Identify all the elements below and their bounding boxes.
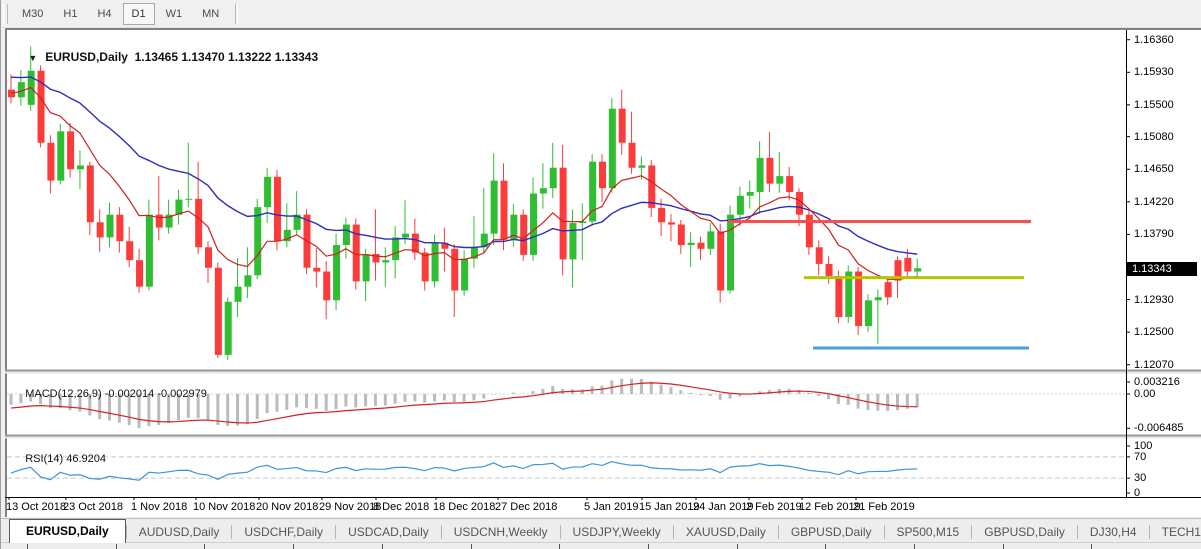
- date-axis-label: 13 Oct 2018: [6, 501, 66, 513]
- date-axis-label: 18 Dec 2018: [433, 501, 495, 513]
- chart-tab-bar: EURUSD,DailyAUDUSD,DailyUSDCHF,DailyUSDC…: [1, 518, 1201, 543]
- toolbar-grip[interactable]: [3, 4, 8, 24]
- price-axis-label: 1.13790: [1134, 228, 1174, 240]
- rsi-value: 46.9204: [66, 453, 106, 465]
- price-axis-label: 1.12070: [1134, 359, 1174, 371]
- tab-usdchf-daily[interactable]: USDCHF,Daily: [232, 521, 335, 543]
- date-axis-label: 2 Feb 2019: [746, 501, 802, 513]
- tab-usdcad-daily[interactable]: USDCAD,Daily: [336, 521, 441, 543]
- price-axis-label: 1.14650: [1134, 163, 1174, 175]
- price-axis-label: 1.14220: [1134, 196, 1174, 208]
- date-axis-label: 15 Jan 2019: [639, 501, 700, 513]
- tab-eurusd-daily[interactable]: EURUSD,Daily: [9, 519, 126, 543]
- timeframe-m30[interactable]: M30: [13, 3, 52, 25]
- date-axis-label: 23 Oct 2018: [63, 501, 123, 513]
- price-axis-label: 1.15930: [1134, 66, 1174, 78]
- macd-value: -0.002014: [105, 388, 155, 400]
- tab-usdjpy-weekly[interactable]: USDJPY,Weekly: [561, 521, 673, 543]
- date-axis-label: 12 Feb 2019: [799, 501, 861, 513]
- macd-label: MACD(12,26,9) -0.002014 -0.002979: [13, 376, 207, 412]
- toolbar-separator: [235, 4, 238, 24]
- scroll-tick: [204, 544, 205, 549]
- chart-title: ▼ EURUSD,Daily 1.13465 1.13470 1.13222 1.…: [15, 36, 318, 78]
- rsi-axis-label: 70: [1134, 451, 1146, 463]
- date-axis-label: 1 Nov 2018: [131, 501, 187, 513]
- timeframe-mn[interactable]: MN: [193, 3, 228, 25]
- date-axis-label: 8 Dec 2018: [373, 501, 429, 513]
- scroll-tick: [1003, 544, 1004, 549]
- date-axis-label: 10 Nov 2018: [193, 501, 255, 513]
- price-axis-label: 1.12930: [1134, 294, 1174, 306]
- tab-gbpusd-daily[interactable]: GBPUSD,Daily: [779, 521, 884, 543]
- tab-gbpusd-daily-2[interactable]: GBPUSD,Daily: [972, 521, 1077, 543]
- symbol-name: EURUSD,Daily: [45, 50, 128, 64]
- scroll-tick: [737, 544, 738, 549]
- scroll-tick: [27, 544, 28, 549]
- timeframe-w1[interactable]: W1: [157, 3, 192, 25]
- tab-sp500-m15[interactable]: SP500,M15: [885, 521, 972, 543]
- price-axis-label: 1.12500: [1134, 326, 1174, 338]
- rsi-axis-label: 0: [1134, 487, 1140, 499]
- tab-dj30-h4[interactable]: DJ30,H4: [1078, 521, 1149, 543]
- date-axis-label: 21 Feb 2019: [853, 501, 915, 513]
- tab-usdcnh-weekly[interactable]: USDCNH,Weekly: [442, 521, 560, 543]
- rsi-axis-label: 30: [1134, 472, 1146, 484]
- tab-audusd-daily[interactable]: AUDUSD,Daily: [127, 521, 232, 543]
- timeframe-h1[interactable]: H1: [54, 3, 86, 25]
- date-axis-label: 27 Dec 2018: [495, 501, 557, 513]
- price-axis-label: 1.15500: [1134, 99, 1174, 111]
- tab-xauusd-daily[interactable]: XAUUSD,Daily: [674, 521, 778, 543]
- scroll-tick: [559, 544, 560, 549]
- scroll-tick: [382, 544, 383, 549]
- bottom-strip: [1, 542, 1201, 549]
- macd-signal-value: -0.002979: [157, 388, 207, 400]
- timeframe-d1[interactable]: D1: [123, 3, 155, 25]
- scroll-tick: [116, 544, 117, 549]
- period-toolbar: M30H1H4D1W1MN: [1, 0, 1201, 28]
- scroll-tick: [1091, 544, 1092, 549]
- scroll-tick: [914, 544, 915, 549]
- timeframe-h4[interactable]: H4: [88, 3, 120, 25]
- trading-terminal: M30H1H4D1W1MN ▼ EURUSD,Daily 1.13465 1.13…: [0, 0, 1201, 549]
- macd-axis-label: 0.003216: [1134, 376, 1180, 388]
- macd-axis-label: 0.00: [1134, 388, 1155, 400]
- chart-window[interactable]: [5, 28, 1201, 517]
- scroll-tick: [293, 544, 294, 549]
- price-axis-label: 1.15080: [1134, 131, 1174, 143]
- scroll-tick: [825, 544, 826, 549]
- date-axis-label: 5 Jan 2019: [584, 501, 638, 513]
- scroll-tick: [471, 544, 472, 549]
- date-axis-label: 20 Nov 2018: [256, 501, 318, 513]
- price-axis-label: 1.16360: [1134, 34, 1174, 46]
- tab-tech1[interactable]: TECH1: [1150, 521, 1201, 543]
- date-axis-label: 24 Jan 2019: [693, 501, 754, 513]
- ohlc-readout: 1.13465 1.13470 1.13222 1.13343: [135, 50, 319, 64]
- scroll-tick: [648, 544, 649, 549]
- current-price-badge: 1.13343: [1127, 262, 1197, 276]
- macd-axis-label: -0.006485: [1134, 422, 1184, 434]
- symbol-dropdown-icon[interactable]: ▼: [28, 53, 37, 63]
- rsi-label: RSI(14) 46.9204: [13, 441, 106, 477]
